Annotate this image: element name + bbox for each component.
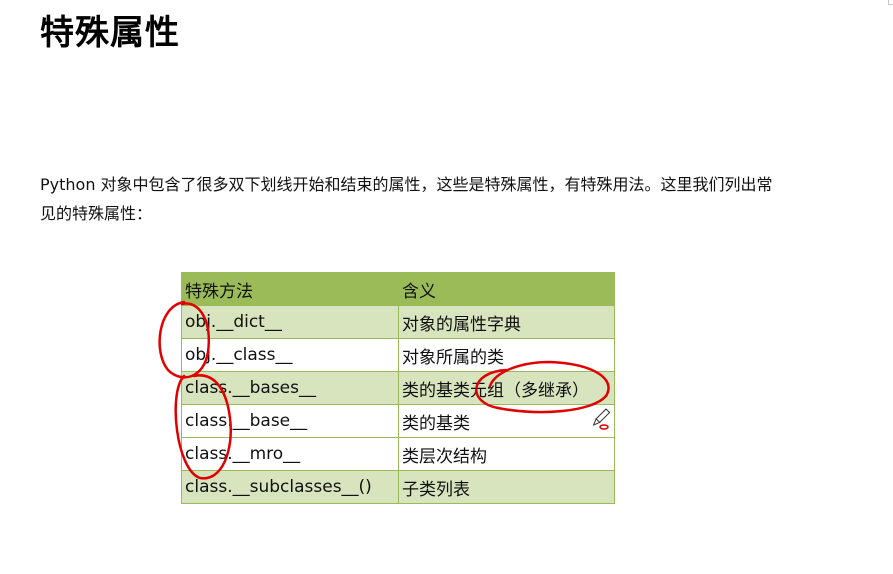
method-cell: class.__subclasses__() xyxy=(181,470,399,504)
method-cell: class.__mro__ xyxy=(181,437,399,471)
meaning-cell: 对象的属性字典 xyxy=(398,305,615,339)
intro-paragraph: Python 对象中包含了很多双下划线开始和结束的属性，这些是特殊属性，有特殊用… xyxy=(40,175,773,223)
table-row: class.__bases__ 类的基类元组（多继承） xyxy=(181,371,615,405)
table-row: class.__subclasses__() 子类列表 xyxy=(181,470,615,504)
table-row: class.__mro__ 类层次结构 xyxy=(181,437,615,471)
table-header-row: 特殊方法 含义 xyxy=(181,272,615,306)
page-title: 特殊属性 xyxy=(40,13,180,53)
meaning-cell: 对象所属的类 xyxy=(398,338,615,372)
method-cell: class.__bases__ xyxy=(181,371,399,405)
meaning-cell: 子类列表 xyxy=(398,470,615,504)
window-corner-marker xyxy=(888,0,893,5)
table-row: obj.__dict__ 对象的属性字典 xyxy=(181,305,615,339)
table-row: obj.__class__ 对象所属的类 xyxy=(181,338,615,372)
method-cell: obj.__class__ xyxy=(181,338,399,372)
special-attributes-table: 特殊方法 含义 obj.__dict__ 对象的属性字典 obj.__class… xyxy=(181,272,615,504)
header-meaning: 含义 xyxy=(398,272,615,306)
meaning-cell: 类层次结构 xyxy=(398,437,615,471)
meaning-cell: 类的基类 xyxy=(398,404,615,438)
table-row: class.__base__ 类的基类 xyxy=(181,404,615,438)
header-method: 特殊方法 xyxy=(181,272,399,306)
meaning-cell: 类的基类元组（多继承） xyxy=(398,371,615,405)
method-cell: class.__base__ xyxy=(181,404,399,438)
method-cell: obj.__dict__ xyxy=(181,305,399,339)
